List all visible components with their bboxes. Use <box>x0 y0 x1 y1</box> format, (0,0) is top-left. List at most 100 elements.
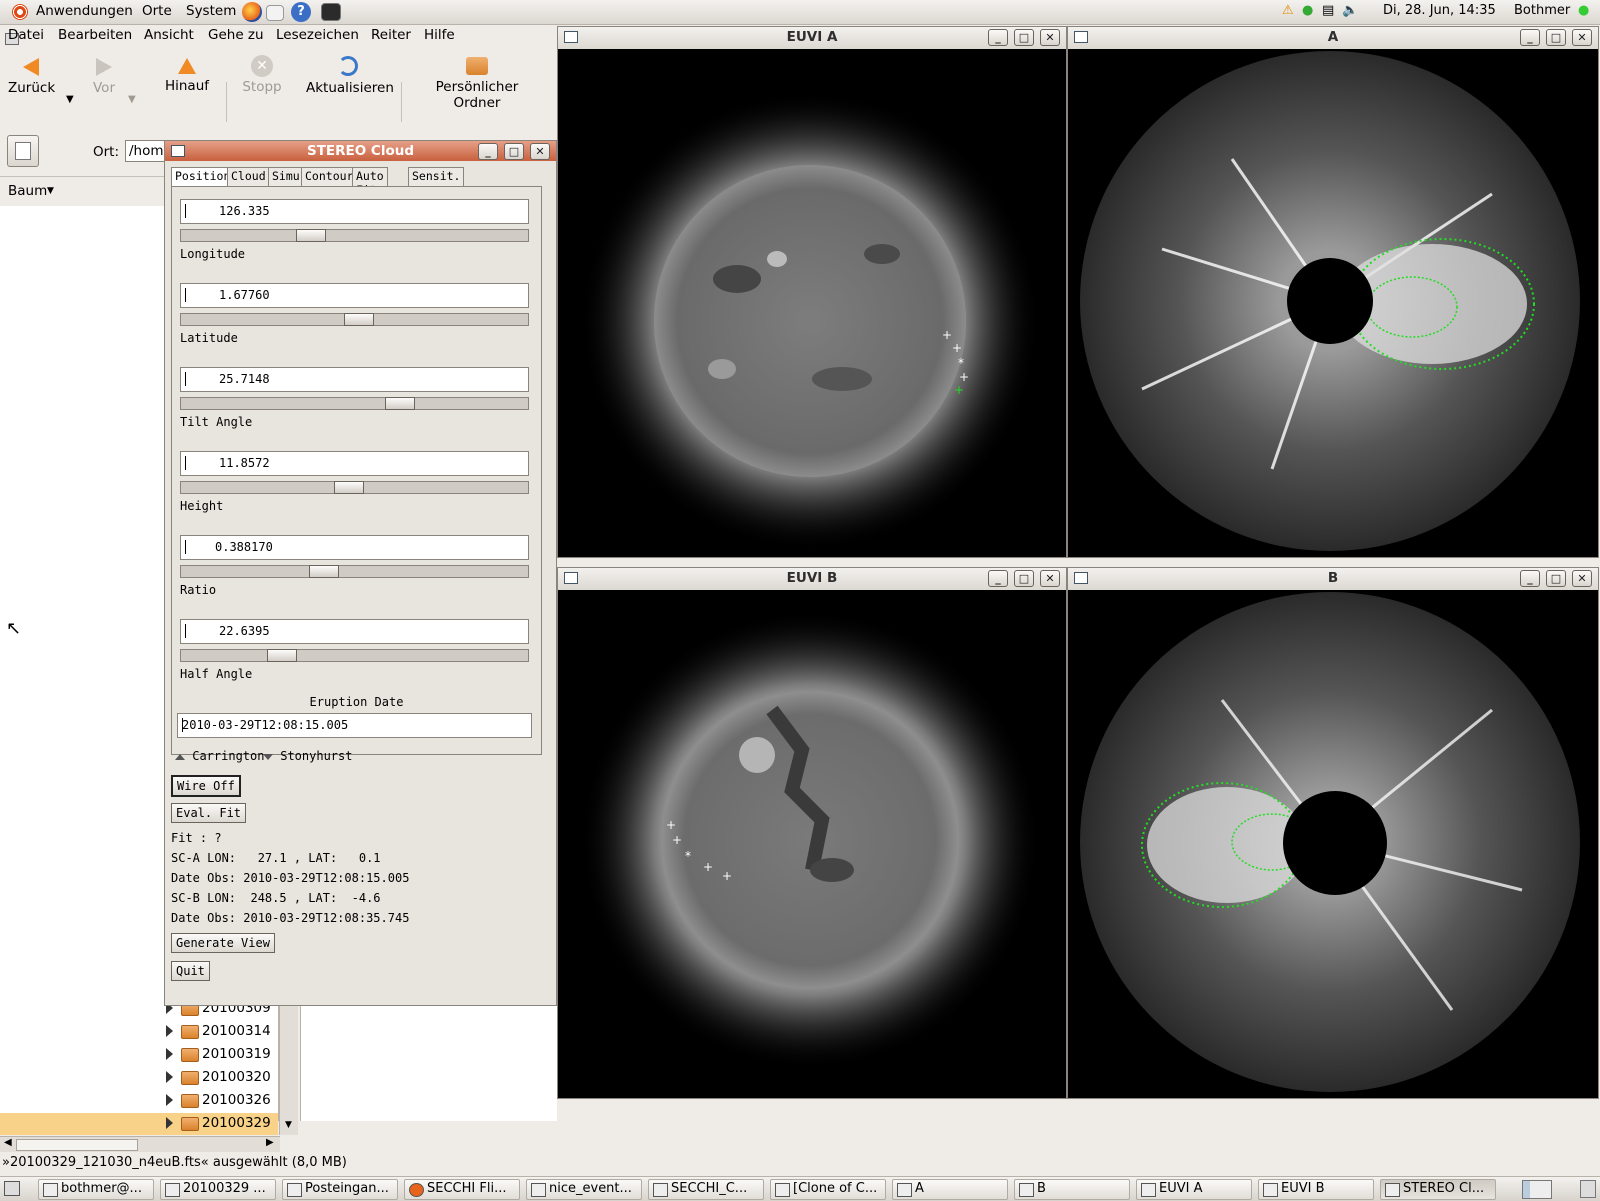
ratio-slider[interactable] <box>180 565 529 578</box>
stop-button[interactable]: ✕ Stopp <box>240 55 284 95</box>
latitude-slider[interactable] <box>180 313 529 326</box>
maximize-button[interactable]: □ <box>504 143 524 160</box>
show-desktop-icon[interactable] <box>4 1181 20 1196</box>
maximize-button[interactable]: □ <box>1546 570 1566 587</box>
longitude-slider[interactable] <box>180 229 529 242</box>
cor-b-image[interactable] <box>1072 590 1594 1094</box>
half-angle-slider[interactable] <box>180 649 529 662</box>
scroll-thumb[interactable] <box>16 1139 138 1151</box>
mail-icon[interactable] <box>266 5 284 21</box>
task-mail[interactable]: Posteingan... <box>282 1179 398 1200</box>
tilt-angle-slider[interactable] <box>180 397 529 410</box>
tab-auto-fit[interactable]: Auto Fit <box>352 167 388 197</box>
ratio-input[interactable]: 0.388170 <box>180 535 529 560</box>
minimize-button[interactable]: _ <box>478 143 498 160</box>
minimize-button[interactable]: _ <box>988 29 1008 46</box>
task-window-b[interactable]: B <box>1014 1179 1130 1200</box>
menu-system[interactable]: System <box>186 3 236 19</box>
trash-icon[interactable] <box>1580 1180 1596 1198</box>
forward-button[interactable]: Vor <box>88 55 120 96</box>
tab-sensit[interactable]: Sensit. <box>408 167 465 187</box>
back-history-chevron-icon[interactable]: ▼ <box>66 94 74 105</box>
expander-icon[interactable] <box>166 1117 173 1129</box>
minimize-button[interactable]: _ <box>1520 570 1540 587</box>
euvi-a-image[interactable]: + + * + + <box>562 49 1062 553</box>
maximize-button[interactable]: □ <box>1546 29 1566 46</box>
task-stereo-cloud[interactable]: STEREO Cl... <box>1380 1179 1496 1200</box>
task-euvi-b[interactable]: EUVI B <box>1258 1179 1374 1200</box>
wire-off-button[interactable]: Wire Off <box>171 775 241 797</box>
tree-item-20100314[interactable]: 20100314 <box>0 1021 278 1043</box>
tab-simu[interactable]: Simu <box>268 167 304 187</box>
quit-button[interactable]: Quit <box>171 961 210 981</box>
euvi-a-titlebar[interactable]: EUVI A _ □ ✕ <box>558 27 1066 49</box>
sidebar-horizontal-scrollbar[interactable]: ◀ ▶ <box>0 1136 280 1153</box>
terminal-icon[interactable] <box>321 3 341 21</box>
euvi-b-titlebar[interactable]: EUVI B _ □ ✕ <box>558 568 1066 590</box>
menu-places[interactable]: Orte <box>142 3 172 19</box>
ubuntu-logo-icon[interactable] <box>12 4 28 20</box>
network-icon[interactable]: ▤ <box>1322 3 1334 18</box>
tab-position[interactable]: Position <box>171 167 235 187</box>
warning-icon[interactable]: ⚠ <box>1282 3 1294 18</box>
update-icon[interactable]: ● <box>1302 3 1313 18</box>
help-icon[interactable]: ? <box>291 2 311 22</box>
close-button[interactable]: ✕ <box>1572 29 1592 46</box>
slider-thumb[interactable] <box>267 649 297 662</box>
volume-icon[interactable]: 🔈 <box>1342 3 1358 18</box>
menu-datei[interactable]: Datei <box>8 27 44 43</box>
home-button[interactable]: Persönlicher Ordner <box>412 55 542 111</box>
close-button[interactable]: ✕ <box>530 143 550 160</box>
latitude-input[interactable]: 1.67760 <box>180 283 529 308</box>
menu-applications[interactable]: Anwendungen <box>36 3 133 19</box>
menu-gehe-zu[interactable]: Gehe zu <box>208 27 264 43</box>
tree-item-20100319[interactable]: 20100319 <box>0 1044 278 1066</box>
radio-stonyhurst[interactable]: Stonyhurst <box>263 749 352 763</box>
task-secchi-c[interactable]: SECCHI_C... <box>648 1179 764 1200</box>
scroll-right-icon[interactable]: ▶ <box>266 1137 274 1148</box>
workspace-switcher[interactable] <box>1522 1180 1552 1199</box>
scroll-left-icon[interactable]: ◀ <box>4 1137 12 1148</box>
half-angle-input[interactable]: 22.6395 <box>180 619 529 644</box>
expander-icon[interactable] <box>166 1071 173 1083</box>
close-button[interactable]: ✕ <box>1040 29 1060 46</box>
maximize-button[interactable]: □ <box>1014 570 1034 587</box>
minimize-button[interactable]: _ <box>988 570 1008 587</box>
menu-bearbeiten[interactable]: Bearbeiten <box>58 27 132 43</box>
task-firefox[interactable]: SECCHI Fli... <box>404 1179 520 1200</box>
toggle-location-button[interactable] <box>7 135 39 167</box>
tab-cloud[interactable]: Cloud <box>227 167 270 187</box>
task-terminal[interactable]: bothmer@... <box>38 1179 154 1200</box>
up-button[interactable]: Hinauf <box>164 55 210 94</box>
task-clone[interactable]: [Clone of C... <box>770 1179 886 1200</box>
longitude-input[interactable]: 126.335 <box>180 199 529 224</box>
maximize-button[interactable]: □ <box>1014 29 1034 46</box>
expander-icon[interactable] <box>166 1094 173 1106</box>
menu-hilfe[interactable]: Hilfe <box>424 27 455 43</box>
slider-thumb[interactable] <box>296 229 326 242</box>
slider-thumb[interactable] <box>309 565 339 578</box>
tree-item-20100320[interactable]: 20100320 <box>0 1067 278 1089</box>
eval-fit-button[interactable]: Eval. Fit <box>171 803 247 823</box>
radio-carrington[interactable]: Carrington <box>175 749 264 763</box>
cor-a-image[interactable] <box>1072 49 1594 553</box>
slider-thumb[interactable] <box>334 481 364 494</box>
clock[interactable]: Di, 28. Jun, 14:35 <box>1383 3 1496 18</box>
task-editor[interactable]: nice_event... <box>526 1179 642 1200</box>
status-online-icon[interactable]: ● <box>1578 3 1589 18</box>
generate-view-button[interactable]: Generate View <box>171 933 275 953</box>
tilt-angle-input[interactable]: 25.7148 <box>180 367 529 392</box>
sidebar-mode-select[interactable]: Baum <box>8 183 47 199</box>
firefox-icon[interactable] <box>242 2 262 22</box>
tree-item-20100326[interactable]: 20100326 <box>0 1090 278 1112</box>
back-button[interactable]: Zurück <box>8 55 55 96</box>
expander-icon[interactable] <box>166 1048 173 1060</box>
menu-lesezeichen[interactable]: Lesezeichen <box>276 27 359 43</box>
menu-ansicht[interactable]: Ansicht <box>144 27 194 43</box>
height-slider[interactable] <box>180 481 529 494</box>
reload-button[interactable]: Aktualisieren <box>306 55 394 96</box>
cor-a-titlebar[interactable]: A _ □ ✕ <box>1068 27 1598 49</box>
minimize-button[interactable]: _ <box>1520 29 1540 46</box>
close-button[interactable]: ✕ <box>1040 570 1060 587</box>
height-input[interactable]: 11.8572 <box>180 451 529 476</box>
